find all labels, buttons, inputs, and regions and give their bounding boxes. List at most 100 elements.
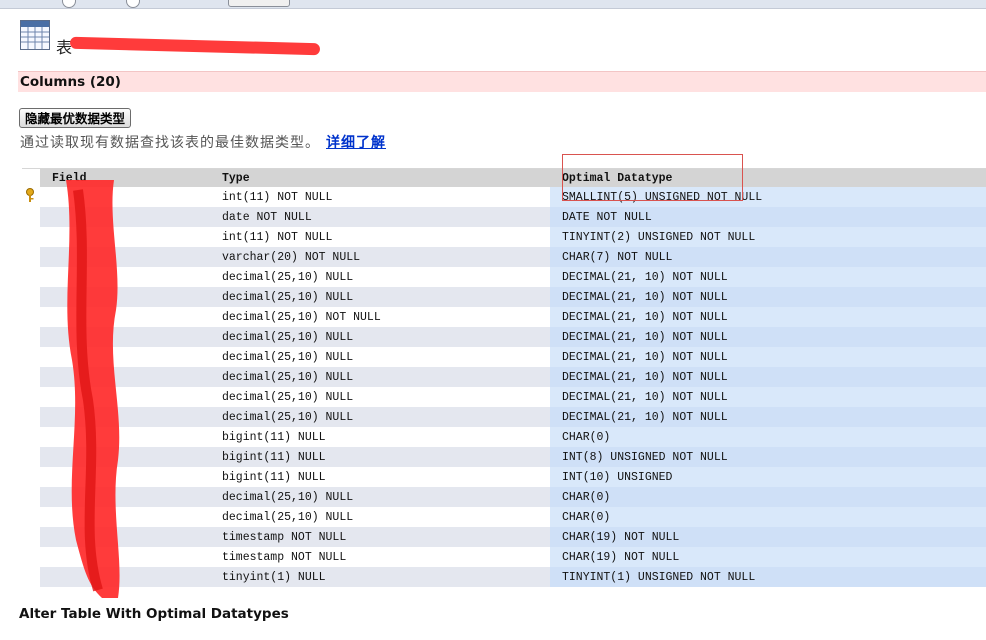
type-cell: timestamp NOT NULL bbox=[210, 547, 550, 567]
table-row[interactable]: decimal(25,10) NULL DECIMAL(21, 10) NOT N… bbox=[22, 347, 986, 367]
table-row[interactable]: decimal(25,10) NULL DECIMAL(21, 10) NOT N… bbox=[22, 387, 986, 407]
optimal-datatype-cell: CHAR(19) NOT NULL bbox=[550, 547, 986, 567]
optimal-datatype-cell: DECIMAL(21, 10) NOT NULL bbox=[550, 407, 986, 427]
key-cell bbox=[22, 187, 40, 207]
optimal-datatype-cell: DECIMAL(21, 10) NOT NULL bbox=[550, 327, 986, 347]
optimal-datatype-cell: DECIMAL(21, 10) NOT NULL bbox=[550, 367, 986, 387]
key-cell bbox=[22, 447, 40, 467]
key-cell bbox=[22, 387, 40, 407]
columns-heading-band: Columns (20) bbox=[18, 71, 986, 92]
table-row[interactable]: decimal(25,10) NULL DECIMAL(21, 10) NOT N… bbox=[22, 407, 986, 427]
table-header-row: Field Type Optimal Datatype bbox=[22, 169, 986, 187]
optimal-datatype-cell: INT(8) UNSIGNED NOT NULL bbox=[550, 447, 986, 467]
optimal-datatype-highlight-box bbox=[562, 154, 743, 201]
optimal-datatype-cell: TINYINT(1) UNSIGNED NOT NULL bbox=[550, 567, 986, 587]
columns-table: Field Type Optimal Datatype int(11) NOT … bbox=[22, 169, 986, 587]
optimal-datatype-cell: TINYINT(2) UNSIGNED NOT NULL bbox=[550, 227, 986, 247]
key-column-header bbox=[22, 169, 40, 187]
type-cell: date NOT NULL bbox=[210, 207, 550, 227]
table-row[interactable]: timestamp NOT NULL CHAR(19) NOT NULL bbox=[22, 527, 986, 547]
table-row[interactable]: decimal(25,10) NOT NULL DECIMAL(21, 10) N… bbox=[22, 307, 986, 327]
optimal-datatype-cell: CHAR(0) bbox=[550, 487, 986, 507]
columns-table-container: Field Type Optimal Datatype int(11) NOT … bbox=[22, 168, 986, 589]
redaction-mark-title bbox=[69, 36, 321, 56]
table-row[interactable]: date NOT NULL DATE NOT NULL bbox=[22, 207, 986, 227]
radio-option-1[interactable] bbox=[62, 0, 76, 8]
type-cell: int(11) NOT NULL bbox=[210, 227, 550, 247]
key-cell bbox=[22, 267, 40, 287]
columns-heading: Columns (20) bbox=[20, 74, 121, 90]
table-row[interactable]: decimal(25,10) NULL CHAR(0) bbox=[22, 507, 986, 527]
key-cell bbox=[22, 227, 40, 247]
optimal-datatype-cell: DECIMAL(21, 10) NOT NULL bbox=[550, 287, 986, 307]
table-row[interactable]: bigint(11) NULL INT(10) UNSIGNED bbox=[22, 467, 986, 487]
type-cell: decimal(25,10) NULL bbox=[210, 487, 550, 507]
table-row[interactable]: decimal(25,10) NULL DECIMAL(21, 10) NOT N… bbox=[22, 367, 986, 387]
type-cell: decimal(25,10) NULL bbox=[210, 287, 550, 307]
type-cell: varchar(20) NOT NULL bbox=[210, 247, 550, 267]
key-cell bbox=[22, 427, 40, 447]
table-title: 表 bbox=[56, 38, 73, 57]
key-cell bbox=[22, 567, 40, 587]
radio-option-2[interactable] bbox=[126, 0, 140, 8]
optimal-datatype-cell: CHAR(0) bbox=[550, 507, 986, 527]
description-text: 通过读取现有数据查找该表的最佳数据类型。 bbox=[20, 135, 320, 151]
refresh-button[interactable] bbox=[228, 0, 290, 7]
type-cell: timestamp NOT NULL bbox=[210, 527, 550, 547]
key-cell bbox=[22, 367, 40, 387]
table-row[interactable]: bigint(11) NULL CHAR(0) bbox=[22, 427, 986, 447]
primary-key-icon bbox=[26, 188, 34, 202]
type-cell: decimal(25,10) NULL bbox=[210, 507, 550, 527]
learn-more-link[interactable]: 详细了解 bbox=[326, 135, 386, 151]
type-cell: bigint(11) NULL bbox=[210, 447, 550, 467]
optimal-datatype-cell: DATE NOT NULL bbox=[550, 207, 986, 227]
type-cell: decimal(25,10) NULL bbox=[210, 367, 550, 387]
key-cell bbox=[22, 307, 40, 327]
type-cell: decimal(25,10) NULL bbox=[210, 267, 550, 287]
type-cell: tinyint(1) NULL bbox=[210, 567, 550, 587]
redaction-mark-field-column bbox=[66, 180, 120, 598]
type-cell: decimal(25,10) NOT NULL bbox=[210, 307, 550, 327]
type-cell: decimal(25,10) NULL bbox=[210, 327, 550, 347]
key-cell bbox=[22, 507, 40, 527]
table-row[interactable]: decimal(25,10) NULL DECIMAL(21, 10) NOT N… bbox=[22, 327, 986, 347]
table-row[interactable]: tinyint(1) NULL TINYINT(1) UNSIGNED NOT N… bbox=[22, 567, 986, 587]
optimal-datatype-cell: DECIMAL(21, 10) NOT NULL bbox=[550, 347, 986, 367]
key-cell bbox=[22, 407, 40, 427]
key-cell bbox=[22, 527, 40, 547]
key-cell bbox=[22, 487, 40, 507]
table-icon bbox=[20, 20, 50, 50]
alter-table-heading: Alter Table With Optimal Datatypes bbox=[19, 606, 289, 622]
optimal-datatype-cell: CHAR(0) bbox=[550, 427, 986, 447]
table-row[interactable]: int(11) NOT NULL SMALLINT(5) UNSIGNED NOT… bbox=[22, 187, 986, 207]
key-cell bbox=[22, 347, 40, 367]
table-row[interactable]: decimal(25,10) NULL CHAR(0) bbox=[22, 487, 986, 507]
type-cell: int(11) NOT NULL bbox=[210, 187, 550, 207]
key-cell bbox=[22, 207, 40, 227]
type-cell: bigint(11) NULL bbox=[210, 467, 550, 487]
optimal-datatype-cell: DECIMAL(21, 10) NOT NULL bbox=[550, 307, 986, 327]
type-cell: decimal(25,10) NULL bbox=[210, 407, 550, 427]
table-row[interactable]: bigint(11) NULL INT(8) UNSIGNED NOT NULL bbox=[22, 447, 986, 467]
key-cell bbox=[22, 547, 40, 567]
type-cell: decimal(25,10) NULL bbox=[210, 347, 550, 367]
table-row[interactable]: decimal(25,10) NULL DECIMAL(21, 10) NOT N… bbox=[22, 267, 986, 287]
optimal-datatype-cell: INT(10) UNSIGNED bbox=[550, 467, 986, 487]
key-cell bbox=[22, 287, 40, 307]
key-cell bbox=[22, 467, 40, 487]
type-cell: bigint(11) NULL bbox=[210, 427, 550, 447]
type-cell: decimal(25,10) NULL bbox=[210, 387, 550, 407]
table-row[interactable]: timestamp NOT NULL CHAR(19) NOT NULL bbox=[22, 547, 986, 567]
key-cell bbox=[22, 247, 40, 267]
table-row[interactable]: decimal(25,10) NULL DECIMAL(21, 10) NOT N… bbox=[22, 287, 986, 307]
table-row[interactable]: varchar(20) NOT NULL CHAR(7) NOT NULL bbox=[22, 247, 986, 267]
optimal-datatype-cell: DECIMAL(21, 10) NOT NULL bbox=[550, 387, 986, 407]
table-row[interactable]: int(11) NOT NULL TINYINT(2) UNSIGNED NOT … bbox=[22, 227, 986, 247]
optimal-datatype-cell: CHAR(19) NOT NULL bbox=[550, 527, 986, 547]
hide-optimal-datatypes-button[interactable]: 隐藏最优数据类型 bbox=[19, 108, 132, 128]
optimal-datatype-cell: CHAR(7) NOT NULL bbox=[550, 247, 986, 267]
top-toolbar bbox=[0, 0, 986, 9]
optimal-datatype-cell: DECIMAL(21, 10) NOT NULL bbox=[550, 267, 986, 287]
column-header-type[interactable]: Type bbox=[210, 169, 550, 187]
key-cell bbox=[22, 327, 40, 347]
